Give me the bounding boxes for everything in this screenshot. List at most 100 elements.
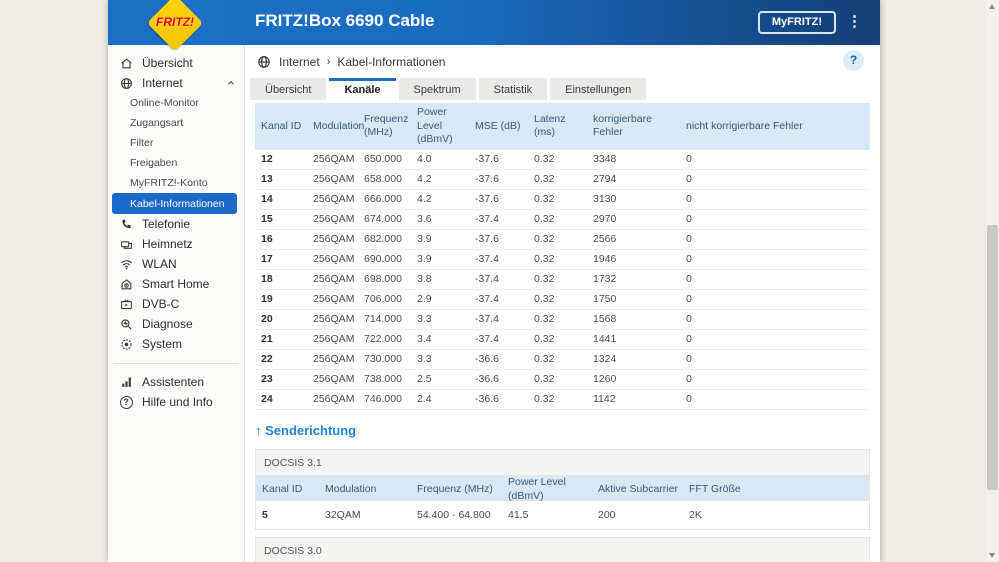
table-cell: -37.4	[475, 213, 499, 226]
globe-icon	[119, 76, 133, 90]
scroll-down-icon[interactable]	[989, 553, 995, 558]
table-cell: 2970	[593, 213, 617, 226]
sidebar-subitem-online-monitor[interactable]: Online-Monitor	[108, 93, 244, 113]
table-cell: 0.32	[534, 253, 555, 266]
sidebar-item-smart-home[interactable]: Smart Home	[108, 274, 244, 294]
table-cell: 2566	[593, 233, 617, 246]
table-cell: 256QAM	[313, 333, 355, 346]
sidebar-item-internet[interactable]: Internet	[108, 73, 244, 93]
table-cell: 3.3	[417, 353, 432, 366]
sidebar-item-label: Heimnetz	[142, 237, 193, 251]
table-cell: 3.6	[417, 213, 432, 226]
myfritz-button[interactable]: MyFRITZ!	[757, 11, 836, 34]
content-area: Internet › Kabel-Informationen ? Übersic…	[245, 45, 880, 562]
sidebar-item-heimnetz[interactable]: Heimnetz	[108, 234, 244, 254]
sidebar-item-label: Diagnose	[142, 317, 193, 331]
table-row: 20 256QAM 714.000 3.3 -37.4 0.32 1568 0	[255, 309, 870, 330]
phone-icon	[119, 217, 133, 231]
sidebar-item-label: Hilfe und Info	[142, 395, 213, 409]
table-cell: -37.4	[475, 293, 499, 306]
tv-icon	[119, 297, 133, 311]
sidebar-item-diagnose[interactable]: Diagnose	[108, 314, 244, 334]
sidebar-item-label: WLAN	[142, 257, 177, 271]
chevron-up-icon[interactable]	[226, 78, 236, 88]
table-row: 5 32QAM 54.400 - 64.800 41.5 200 2K	[256, 500, 869, 529]
sidebar-subitem-zugangsart[interactable]: Zugangsart	[108, 113, 244, 133]
sidebar-subitem-kabel-informationen[interactable]: Kabel-Informationen	[112, 193, 237, 214]
table-cell: 4.2	[417, 193, 432, 206]
docsis30-group-label: DOCSIS 3.0	[256, 537, 869, 562]
sidebar-item-label: Assistenten	[142, 375, 205, 389]
table-cell: 658.000	[364, 173, 402, 186]
table-cell: 0	[686, 213, 692, 226]
tab-statistik[interactable]: Statistik	[478, 78, 548, 100]
table-cell: 0	[686, 193, 692, 206]
sidebar-item-system[interactable]: System	[108, 334, 244, 354]
table-cell: 0	[686, 173, 692, 186]
sidebar-item-telefonie[interactable]: Telefonie	[108, 214, 244, 234]
table-cell: 1568	[593, 313, 617, 326]
page-scrollbar[interactable]	[986, 0, 999, 562]
table-cell: 23	[261, 373, 273, 386]
table-cell: 674.000	[364, 213, 402, 226]
page-title: FRITZ!Box 6690 Cable	[255, 11, 435, 30]
sidebar-item-dvb-c[interactable]: DVB-C	[108, 294, 244, 314]
table-cell: 2.4	[417, 393, 432, 406]
table-cell: -37.4	[475, 253, 499, 266]
overflow-menu-icon[interactable]: ⋮	[847, 12, 862, 32]
table-cell: 714.000	[364, 313, 402, 326]
table-cell: 256QAM	[313, 393, 355, 406]
table-row: 22 256QAM 730.000 3.3 -36.6 0.32 1324 0	[255, 349, 870, 370]
table-row: 16 256QAM 682.000 3.9 -37.6 0.32 2566 0	[255, 229, 870, 250]
table-cell: -36.6	[475, 373, 499, 386]
table-cell: -37.4	[475, 333, 499, 346]
sidebar-item-label: Telefonie	[142, 217, 191, 231]
sidebar-subitem-freigaben[interactable]: Freigaben	[108, 153, 244, 173]
table-cell: 1946	[593, 253, 617, 266]
table-cell: 4.0	[417, 153, 432, 166]
table-cell: -37.6	[475, 153, 499, 166]
table-cell: 1324	[593, 353, 617, 366]
table-cell: 16	[261, 233, 273, 246]
table-cell: 746.000	[364, 393, 402, 406]
table-cell: 17	[261, 253, 273, 266]
table-cell: 13	[261, 173, 273, 186]
tab-spektrum[interactable]: Spektrum	[398, 78, 476, 100]
table-row: 24 256QAM 746.000 2.4 -36.6 0.32 1142 0	[255, 389, 870, 410]
table-row: 17 256QAM 690.000 3.9 -37.4 0.32 1946 0	[255, 249, 870, 270]
column-header: Kanal ID	[262, 482, 303, 495]
home-icon	[119, 56, 133, 70]
sidebar-item-assistenten[interactable]: Assistenten	[108, 372, 244, 392]
table-cell: 256QAM	[313, 193, 355, 206]
table-cell: 1260	[593, 373, 617, 386]
table-cell: 2.9	[417, 293, 432, 306]
table-cell: 200	[598, 508, 616, 521]
help-button[interactable]: ?	[843, 50, 864, 71]
table-cell: 738.000	[364, 373, 402, 386]
breadcrumb-parent[interactable]: Internet	[279, 55, 320, 69]
downstream-table: Kanal ID Modulation Frequenz (MHz) Power Le…	[255, 103, 870, 410]
tab-einstellungen[interactable]: Einstellungen	[550, 78, 647, 100]
sidebar-item-uebersicht[interactable]: Übersicht	[108, 53, 244, 73]
table-cell: 0	[686, 373, 692, 386]
sidebar-subitem-myfritz-konto[interactable]: MyFRITZ!-Konto	[108, 173, 244, 193]
table-cell: 256QAM	[313, 233, 355, 246]
fritz-logo[interactable]: FRITZ!	[146, 0, 204, 52]
table-cell: 20	[261, 313, 273, 326]
tab-uebersicht[interactable]: Übersicht	[250, 78, 327, 100]
column-header: korrigierbare Fehler	[593, 112, 652, 139]
table-cell: 32QAM	[325, 508, 361, 521]
sidebar-subitem-filter[interactable]: Filter	[108, 133, 244, 153]
column-header: FFT Größe	[689, 482, 741, 495]
table-cell: 0.32	[534, 233, 555, 246]
sidebar-item-wlan[interactable]: WLAN	[108, 254, 244, 274]
scroll-up-icon[interactable]	[989, 4, 995, 9]
table-cell: 650.000	[364, 153, 402, 166]
table-cell: -37.6	[475, 173, 499, 186]
sidebar-divider	[113, 363, 239, 364]
sidebar-item-hilfe[interactable]: ? Hilfe und Info	[108, 392, 244, 412]
table-cell: 12	[261, 153, 273, 166]
table-cell: 3.4	[417, 333, 432, 346]
tab-kanaele[interactable]: Kanäle	[329, 78, 396, 100]
scrollbar-thumb[interactable]	[987, 225, 998, 490]
